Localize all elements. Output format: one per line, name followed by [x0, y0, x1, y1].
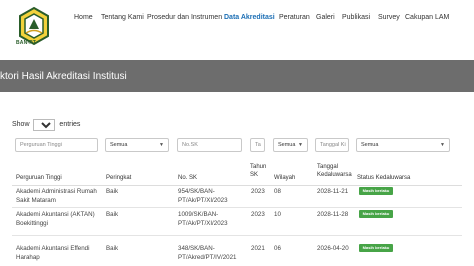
nav-item-data-akreditasi[interactable]: Data Akreditasi: [224, 14, 275, 21]
filter-tanggal-placeholder: Tanggal Ki: [320, 142, 346, 148]
entries-length-control: Show 10 entries: [12, 119, 80, 131]
nav-item-galeri[interactable]: Galeri: [316, 14, 335, 21]
cell-peringkat: Baik: [106, 245, 119, 252]
cell-sk: 1009/SK/BAN-PT/Ak/PT/XI/2023: [178, 211, 228, 227]
cell-pt: Akademi Akuntansi Effendi Harahap: [16, 245, 90, 261]
nav-item-tentang-kami[interactable]: Tentang Kami: [101, 14, 144, 21]
page-title: ktori Hasil Akreditasi Institusi: [0, 71, 127, 82]
nav-item-publikasi[interactable]: Publikasi: [342, 14, 370, 21]
filter-status-value: Semua: [361, 142, 379, 148]
cell-pt: Akademi Administrasi Rumah Sakit Mataram: [16, 188, 97, 204]
nav-item-peraturan[interactable]: Peraturan: [279, 14, 310, 21]
status-badge: Masih berlaku: [359, 210, 393, 218]
chevron-down-icon: ▼: [298, 142, 303, 148]
filter-peringkat-select[interactable]: Semua ▼: [105, 138, 169, 152]
header-tanggal-kedaluwarsa[interactable]: Tanggal Kedaluwarsa: [317, 163, 355, 179]
filter-tahun-placeholder: Ta: [255, 142, 261, 148]
header-peringkat[interactable]: Peringkat: [106, 174, 166, 182]
filter-tahun-input[interactable]: Ta: [250, 138, 265, 152]
nav-item-cakupan-lam[interactable]: Cakupan LAM: [405, 14, 449, 21]
filter-peringkat-value: Semua: [110, 142, 128, 148]
header-tahun-sk[interactable]: Tahun SK: [250, 163, 270, 179]
status-badge: Masih berlaku: [359, 187, 393, 195]
cell-tahun: 2023: [251, 211, 265, 218]
cell-tanggal: 2026-04-20: [317, 245, 349, 252]
chevron-down-icon: ▼: [440, 142, 445, 148]
filter-wilayah-select[interactable]: Semua ▼: [273, 138, 308, 152]
entries-select[interactable]: 10: [33, 119, 56, 131]
cell-sk: 954/SK/BAN-PT/Ak/PT/XI/2023: [178, 188, 228, 204]
header-perguruan-tinggi[interactable]: Perguruan Tinggi: [16, 174, 96, 182]
filter-sk-placeholder: No.SK: [182, 142, 198, 148]
nav-item-prosedur[interactable]: Prosedur dan Instrumen: [147, 14, 222, 21]
cell-tanggal: 2028-11-21: [317, 188, 349, 195]
filter-wilayah-value: Semua: [278, 142, 296, 148]
nav-item-home[interactable]: Home: [74, 14, 93, 21]
status-badge: Masih berlaku: [359, 244, 393, 252]
header-divider: [12, 185, 462, 186]
entries-label: entries: [59, 121, 81, 128]
top-navbar: BAN-PT Home Tentang Kami Prosedur dan In…: [0, 0, 474, 60]
cell-wilayah: 06: [274, 245, 281, 252]
filter-pt-placeholder: Perguruan Tinggi: [20, 142, 62, 148]
filter-tanggal-input[interactable]: Tanggal Ki: [315, 138, 349, 152]
row-divider: [12, 207, 462, 208]
row-divider: [12, 235, 462, 236]
nav-item-survey[interactable]: Survey: [378, 14, 400, 21]
header-wilayah[interactable]: Wilayah: [274, 174, 309, 182]
header-status-kedaluwarsa[interactable]: Status Kedaluwarsa: [357, 174, 447, 182]
logo-text: BAN-PT: [16, 40, 37, 46]
cell-wilayah: 08: [274, 188, 281, 195]
filter-perguruan-tinggi-input[interactable]: Perguruan Tinggi: [15, 138, 98, 152]
cell-tahun: 2023: [251, 188, 265, 195]
header-no-sk[interactable]: No. SK: [178, 174, 238, 182]
cell-tahun: 2021: [251, 245, 265, 252]
cell-peringkat: Baik: [106, 211, 119, 218]
cell-sk: 348/SK/BAN-PT/Akred/PT/IV/2021: [178, 245, 237, 261]
cell-wilayah: 10: [274, 211, 281, 218]
filter-sk-input[interactable]: No.SK: [177, 138, 242, 152]
cell-tanggal: 2028-11-28: [317, 211, 349, 218]
filter-status-select[interactable]: Semua ▼: [356, 138, 450, 152]
chevron-down-icon: ▼: [159, 142, 164, 148]
show-label: Show: [12, 121, 30, 128]
cell-peringkat: Baik: [106, 188, 119, 195]
cell-pt: Akademi Akuntansi (AKTAN) Boekittinggi: [16, 211, 95, 227]
